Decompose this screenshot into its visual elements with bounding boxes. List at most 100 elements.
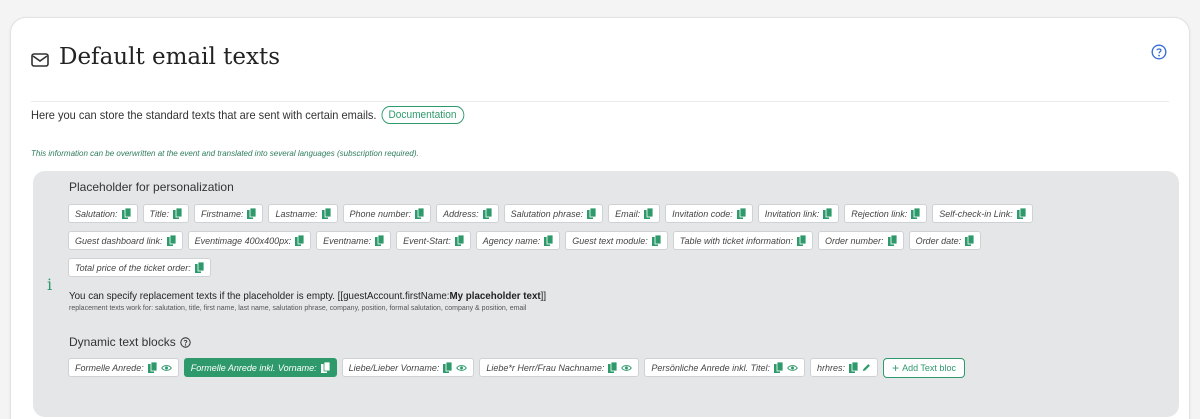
chip-label: Eventimage 400x400px: [194,235,292,246]
chip-label: Order number: [825,235,884,246]
placeholder-chip[interactable]: Firstname: [193,204,264,223]
dynamic-block-chip[interactable]: hrhres: [810,358,879,377]
copy-icon[interactable] [295,235,305,246]
placeholder-chip[interactable]: Rejection link: [844,204,928,223]
placeholder-chip[interactable]: Order date: [908,231,982,250]
copy-icon[interactable] [849,362,859,373]
copy-icon[interactable] [121,208,131,219]
copy-icon[interactable] [443,362,453,373]
info-icon: i [47,275,53,294]
chip-label: Guest text module: [572,235,648,246]
placeholder-chip[interactable]: Lastname: [268,204,338,223]
plus-icon: + [892,361,900,375]
help-icon[interactable] [1151,44,1167,60]
chip-label: hrhres: [817,362,846,373]
copy-icon[interactable] [736,208,746,219]
copy-icon[interactable] [321,208,331,219]
copy-icon[interactable] [454,235,464,246]
eye-icon[interactable] [456,364,468,372]
copy-icon[interactable] [911,208,921,219]
placeholder-chip[interactable]: Total price of the ticket order: [68,258,211,277]
placeholder-chip[interactable]: Self-check-in Link: [932,204,1033,223]
chip-label: Salutation phrase: [510,208,584,219]
chip-label: Formelle Anrede inkl. Vorname: [190,362,317,373]
documentation-link[interactable]: Documentation [381,106,464,124]
subscription-note: This information can be overwritten at t… [31,149,419,158]
placeholder-chip[interactable]: Agency name: [475,231,561,250]
copy-icon[interactable] [587,208,597,219]
copy-icon[interactable] [544,235,554,246]
chip-label: Self-check-in Link: [939,208,1013,219]
placeholder-chip[interactable]: Eventimage 400x400px: [187,231,312,250]
copy-icon[interactable] [823,208,833,219]
placeholder-chip[interactable]: Email: [608,204,661,223]
replacement-fields-note: replacement texts work for: salutation, … [69,305,527,312]
placeholder-chip[interactable]: Address: [436,204,499,223]
dynamic-block-chip[interactable]: Formelle Anrede: [68,358,179,377]
eye-icon[interactable] [621,364,633,372]
placeholder-chip[interactable]: Invitation code: [665,204,753,223]
chip-label: Agency name: [482,235,541,246]
placeholder-chip[interactable]: Table with ticket information: [672,231,814,250]
dynamic-title-label: Dynamic text blocks [69,335,176,349]
pencil-icon[interactable] [862,363,871,372]
chip-label: Eventname: [323,235,372,246]
placeholder-chip[interactable]: Salutation: [68,204,138,223]
dynamic-block-chip[interactable]: Persönliche Anrede inkl. Titel: [644,358,806,377]
email-texts-card: Default email texts Here you can store t… [10,17,1190,419]
chip-label: Guest dashboard link: [75,235,163,246]
chip-label: Event-Start: [403,235,451,246]
placeholder-panel: i Placeholder for personalization Saluta… [33,171,1179,417]
copy-icon[interactable] [1016,208,1026,219]
dynamic-block-chip[interactable]: Formelle Anrede inkl. Vorname: [183,358,337,377]
help-icon[interactable] [180,336,191,348]
chip-label: Lastname: [275,208,318,219]
placeholder-section-title: Placeholder for personalization [69,180,234,194]
placeholder-chip[interactable]: Event-Start: [396,231,471,250]
chip-label: Formelle Anrede: [75,362,144,373]
copy-icon[interactable] [172,208,182,219]
dynamic-block-chip[interactable]: Liebe/Lieber Vorname: [341,358,475,377]
copy-icon[interactable] [482,208,492,219]
placeholder-chip[interactable]: Eventname: [316,231,392,250]
add-text-block-button[interactable]: + Add Text bloc [883,358,965,378]
copy-icon[interactable] [651,235,661,246]
placeholder-chip[interactable]: Invitation link: [757,204,840,223]
add-text-block-label: Add Text bloc [902,363,956,373]
copy-icon[interactable] [147,362,157,373]
eye-icon[interactable] [787,364,798,372]
placeholder-chip[interactable]: Phone number: [342,204,432,223]
dynamic-section-title: Dynamic text blocks [69,335,191,349]
replacement-hint: You can specify replacement texts if the… [69,290,546,302]
copy-icon[interactable] [247,208,257,219]
copy-icon[interactable] [415,208,425,219]
placeholder-chip[interactable]: Guest dashboard link: [68,231,183,250]
copy-icon[interactable] [194,262,204,273]
placeholder-chip[interactable]: Title: [142,204,189,223]
chip-label: Rejection link: [851,208,908,219]
eye-icon[interactable] [160,364,172,372]
copy-icon[interactable] [320,362,330,373]
copy-icon[interactable] [965,235,975,246]
card-header: Default email texts [31,42,1169,102]
chip-label: Order date: [915,235,962,246]
chip-label: Firstname: [200,208,244,219]
chip-label: Total price of the ticket order: [75,262,191,273]
intro-line: Here you can store the standard texts th… [31,106,464,124]
copy-icon[interactable] [608,362,618,373]
placeholder-chip[interactable]: Salutation phrase: [503,204,604,223]
copy-icon[interactable] [166,235,176,246]
copy-icon[interactable] [644,208,654,219]
copy-icon[interactable] [887,235,897,246]
copy-icon[interactable] [375,235,385,246]
chip-label: Invitation code: [672,208,733,219]
replacement-hint-suffix: ]] [540,290,547,302]
chip-label: Invitation link: [764,208,820,219]
copy-icon[interactable] [797,235,807,246]
placeholder-chip[interactable]: Order number: [818,231,904,250]
copy-icon[interactable] [774,362,784,373]
chip-label: Persönliche Anrede inkl. Titel: [651,362,771,373]
chip-label: Email: [615,208,641,219]
placeholder-chip[interactable]: Guest text module: [565,231,668,250]
dynamic-block-chip[interactable]: Liebe*r Herr/Frau Nachname: [479,358,640,377]
